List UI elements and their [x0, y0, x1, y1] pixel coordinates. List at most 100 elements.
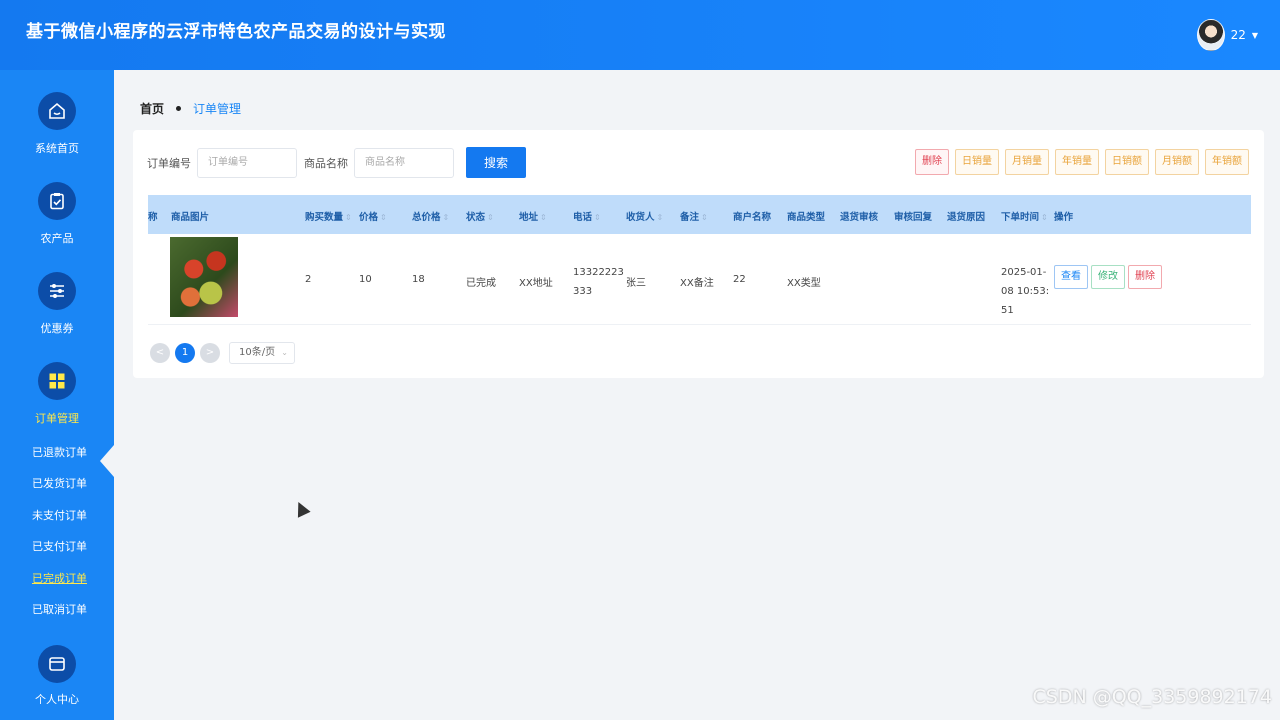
page-size-value: 10条/页 [239, 347, 276, 358]
sort-icon[interactable]: ⇕ [380, 213, 387, 222]
sidebar-item-home[interactable]: 系统首页 [0, 92, 114, 156]
cell-remark: XX备注 [680, 278, 714, 289]
col-status[interactable]: 状态 ⇕ [466, 209, 494, 223]
view-button[interactable]: 查看 [1054, 265, 1088, 289]
mouse-cursor-icon [292, 499, 311, 518]
col-order-time[interactable]: 下单时间 ⇕ [1001, 209, 1048, 223]
sidebar-subitem-shipped[interactable]: 已发货订单 [32, 475, 87, 491]
toolbar: 删除 日销量 月销量 年销量 日销额 月销额 年销额 [915, 149, 1249, 175]
user-menu[interactable]: 22 ▼ [1196, 19, 1258, 51]
cell-product-type: XX类型 [787, 278, 821, 289]
sidebar-item-label: 个人中心 [35, 693, 79, 706]
col-receiver[interactable]: 收货人 ⇕ [626, 209, 663, 223]
col-phone-label: 电话 [573, 212, 593, 223]
sort-icon[interactable]: ⇕ [540, 213, 547, 222]
sidebar-item-products[interactable]: 农产品 [0, 182, 114, 246]
sliders-icon [38, 272, 76, 310]
sort-icon[interactable]: ⇕ [443, 213, 450, 222]
search-form: 订单编号 订单编号 商品名称 商品名称 搜索 [147, 147, 526, 178]
sidebar-subitem-refunded[interactable]: 已退款订单 [32, 444, 87, 460]
sidebar-subitem-completed[interactable]: 已完成订单 [32, 570, 87, 586]
col-address[interactable]: 地址 ⇕ [519, 209, 547, 223]
order-no-label: 订单编号 [147, 156, 191, 170]
product-name-input[interactable]: 商品名称 [354, 147, 454, 178]
sidebar-item-label: 农产品 [40, 232, 74, 245]
cell-phone: 13322223333 [573, 267, 624, 297]
orders-table: 称 商品图片 购买数量 ⇕ 价格 ⇕ 总价格 ⇕ 状态 ⇕ 地址 ⇕ 电话 ⇕ 收货人 ⇕ 备… [148, 195, 1251, 325]
page-size-select[interactable]: 10条/页 ⌄ [229, 342, 295, 364]
product-name-label: 商品名称 [304, 156, 348, 170]
table-row: 2 10 18 已完成 XX地址 13322223333 张三 XX备注 22 … [148, 234, 1251, 325]
clipboard-check-icon [38, 182, 76, 220]
col-price[interactable]: 价格 ⇕ [359, 209, 387, 223]
sidebar-subitem-cancelled[interactable]: 已取消订单 [32, 601, 87, 617]
product-image[interactable] [170, 237, 238, 317]
active-indicator [100, 445, 114, 477]
wallet-icon [38, 645, 76, 683]
sidebar-subitem-paid[interactable]: 已支付订单 [32, 538, 87, 554]
monthly-sales-amount-button[interactable]: 月销额 [1155, 149, 1199, 175]
chevron-down-icon[interactable]: ▼ [1252, 31, 1258, 40]
search-button[interactable]: 搜索 [466, 147, 526, 178]
monthly-sales-qty-button[interactable]: 月销量 [1005, 149, 1049, 175]
order-panel: 订单编号 订单编号 商品名称 商品名称 搜索 删除 日销量 月销量 年销量 日销… [133, 130, 1264, 378]
row-delete-button[interactable]: 删除 [1128, 265, 1162, 289]
sort-icon[interactable]: ⇕ [594, 213, 601, 222]
col-remark[interactable]: 备注 ⇕ [680, 209, 708, 223]
chevron-down-icon: ⌄ [281, 348, 288, 357]
col-price-label: 价格 [359, 212, 379, 223]
col-total-label: 总价格 [412, 212, 441, 223]
delete-button[interactable]: 删除 [915, 149, 949, 175]
sidebar-item-profile[interactable]: 个人中心 [0, 645, 114, 707]
table-header: 称 商品图片 购买数量 ⇕ 价格 ⇕ 总价格 ⇕ 状态 ⇕ 地址 ⇕ 电话 ⇕ 收货人 ⇕ 备… [148, 195, 1251, 234]
sort-icon[interactable]: ⇕ [657, 213, 664, 222]
col-name-truncated[interactable]: 称 [148, 209, 158, 223]
col-receiver-label: 收货人 [626, 212, 655, 223]
sidebar-item-orders[interactable]: 订单管理 [0, 362, 114, 426]
sort-icon[interactable]: ⇕ [487, 213, 494, 222]
yearly-sales-qty-button[interactable]: 年销量 [1055, 149, 1099, 175]
user-name[interactable]: 22 [1231, 28, 1246, 42]
sidebar-item-label: 订单管理 [35, 412, 79, 425]
col-return-review[interactable]: 退货审核 [840, 209, 878, 223]
next-page-button[interactable]: > [200, 343, 220, 363]
col-remark-label: 备注 [680, 212, 700, 223]
col-quantity[interactable]: 购买数量 ⇕ [305, 209, 352, 223]
cell-order-time: 2025-01-08 10:53:51 [1001, 267, 1050, 316]
prev-page-button[interactable]: < [150, 343, 170, 363]
sort-icon[interactable]: ⇕ [345, 213, 352, 222]
sidebar-item-coupons[interactable]: 优惠券 [0, 272, 114, 336]
col-phone[interactable]: 电话 ⇕ [573, 209, 601, 223]
avatar[interactable] [1196, 19, 1225, 51]
daily-sales-qty-button[interactable]: 日销量 [955, 149, 999, 175]
yearly-sales-amount-button[interactable]: 年销额 [1205, 149, 1249, 175]
col-product-image[interactable]: 商品图片 [171, 209, 209, 223]
col-total[interactable]: 总价格 ⇕ [412, 209, 449, 223]
cell-quantity: 2 [305, 274, 312, 285]
order-no-input[interactable]: 订单编号 [197, 147, 297, 178]
cell-merchant: 22 [733, 274, 746, 285]
daily-sales-amount-button[interactable]: 日销额 [1105, 149, 1149, 175]
cell-total: 18 [412, 274, 425, 285]
page-number-button[interactable]: 1 [175, 343, 195, 363]
col-review-reply[interactable]: 审核回复 [894, 209, 932, 223]
edit-button[interactable]: 修改 [1091, 265, 1125, 289]
sidebar: 系统首页 农产品 优惠券 订单管理 已退款订单 已发货订单 未支付订单 已支付订… [0, 70, 114, 720]
cell-status: 已完成 [466, 278, 496, 289]
breadcrumb-home[interactable]: 首页 [140, 100, 164, 117]
col-return-reason[interactable]: 退货原因 [947, 209, 985, 223]
cell-receiver: 张三 [626, 278, 646, 289]
grid-icon [38, 362, 76, 400]
breadcrumb: 首页 订单管理 [140, 100, 241, 117]
breadcrumb-separator [176, 106, 182, 111]
cell-address: XX地址 [519, 278, 553, 289]
col-quantity-label: 购买数量 [305, 212, 344, 223]
col-merchant[interactable]: 商户名称 [733, 209, 771, 223]
pagination: < 1 > 10条/页 ⌄ [150, 342, 295, 364]
sort-icon[interactable]: ⇕ [1041, 213, 1048, 222]
sidebar-item-label: 系统首页 [35, 142, 79, 155]
col-product-type[interactable]: 商品类型 [787, 209, 825, 223]
app-title: 基于微信小程序的云浮市特色农产品交易的设计与实现 [26, 22, 446, 42]
sidebar-subitem-unpaid[interactable]: 未支付订单 [32, 507, 87, 523]
sort-icon[interactable]: ⇕ [701, 213, 708, 222]
